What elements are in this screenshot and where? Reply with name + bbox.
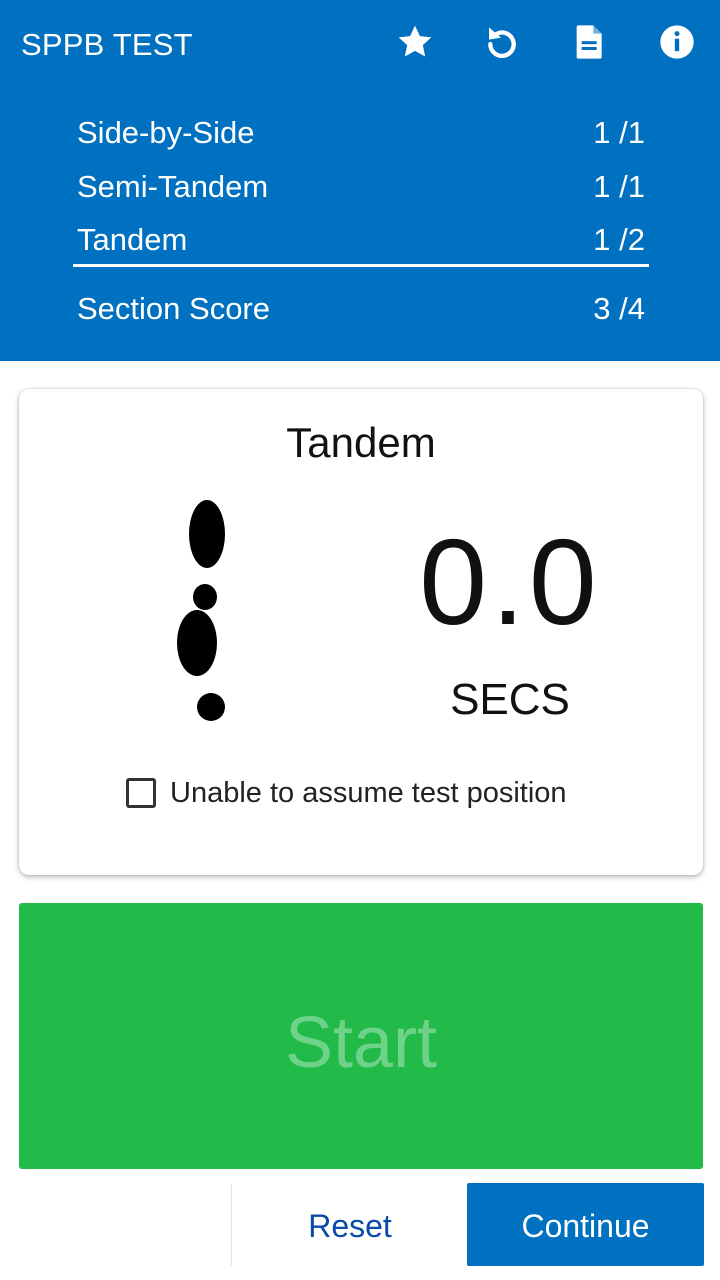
document-icon[interactable] bbox=[568, 20, 612, 64]
unable-position-label: Unable to assume test position bbox=[170, 777, 567, 809]
score-row-side-by-side: Side-by-Side 1 /1 bbox=[77, 113, 645, 153]
test-title: Tandem bbox=[286, 419, 436, 466]
tandem-feet-icon bbox=[177, 500, 225, 721]
reset-button[interactable]: Reset bbox=[231, 1184, 467, 1266]
continue-label: Continue bbox=[521, 1208, 650, 1244]
app-bar: SPPB TEST bbox=[0, 0, 720, 88]
unable-position-checkbox-row[interactable]: Unable to assume test position bbox=[126, 773, 567, 813]
section-score-label: Section Score bbox=[77, 291, 270, 326]
score-divider bbox=[73, 264, 649, 267]
start-label: Start bbox=[284, 1003, 438, 1083]
score-summary: Side-by-Side 1 /1 Semi-Tandem 1 /1 Tande… bbox=[0, 88, 720, 361]
undo-icon[interactable] bbox=[480, 20, 524, 64]
score-label: Side-by-Side bbox=[77, 115, 255, 150]
score-label: Tandem bbox=[77, 222, 188, 257]
app-title: SPPB TEST bbox=[21, 27, 193, 62]
score-row-tandem: Tandem 1 /2 bbox=[77, 220, 645, 260]
test-card: Tandem 0.0 SECS Unable to assume test po… bbox=[19, 389, 703, 875]
score-value: 1 /2 bbox=[593, 222, 645, 257]
sppb-test-screen: SPPB TEST Side-by-Side 1 /1 Semi-Tandem … bbox=[0, 0, 720, 1280]
score-value: 1 /1 bbox=[593, 115, 645, 150]
start-button[interactable]: Start bbox=[19, 903, 703, 1169]
timer-value: 0.0 bbox=[419, 514, 601, 650]
unable-position-checkbox[interactable] bbox=[126, 778, 156, 808]
reset-label: Reset bbox=[308, 1208, 392, 1244]
score-label: Semi-Tandem bbox=[77, 169, 269, 204]
star-icon[interactable] bbox=[393, 20, 437, 64]
section-score-row: Section Score 3 /4 bbox=[77, 289, 645, 329]
score-row-semi-tandem: Semi-Tandem 1 /1 bbox=[77, 167, 645, 207]
continue-button[interactable]: Continue bbox=[467, 1183, 704, 1266]
section-score-value: 3 /4 bbox=[593, 291, 645, 326]
score-value: 1 /1 bbox=[593, 169, 645, 204]
info-icon[interactable] bbox=[655, 20, 699, 64]
timer-unit: SECS bbox=[450, 675, 570, 724]
